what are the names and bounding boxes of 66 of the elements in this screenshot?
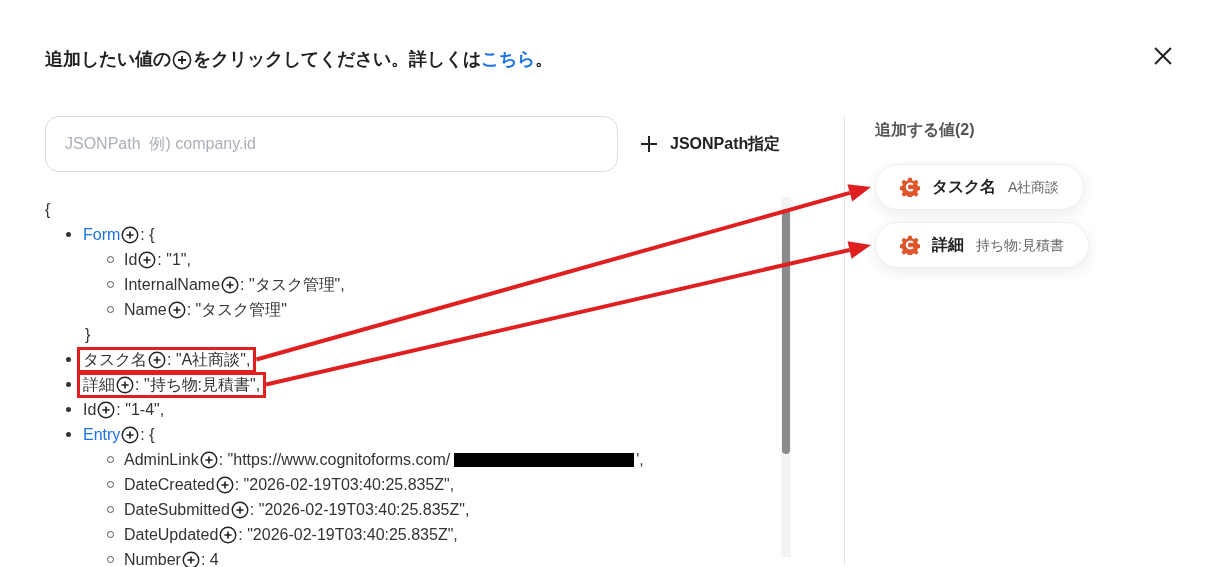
field-key: Id bbox=[83, 397, 97, 422]
add-icon[interactable] bbox=[148, 350, 166, 369]
instruction-text: 。 bbox=[535, 48, 553, 71]
list-bullet bbox=[66, 432, 71, 437]
chip-value: A社商談 bbox=[1008, 177, 1060, 197]
field-key: 詳細 bbox=[83, 372, 115, 397]
field-key: DateSubmitted bbox=[124, 497, 230, 522]
gear-icon bbox=[900, 177, 920, 197]
add-path-button[interactable]: JSONPath指定 bbox=[640, 132, 781, 156]
plus-icon bbox=[640, 135, 658, 153]
list-bullet bbox=[66, 232, 71, 237]
field-value: : "https://www.cognitoforms.com/ bbox=[218, 449, 451, 470]
add-icon[interactable] bbox=[181, 550, 200, 567]
field-value: : "持ち物:見積書", bbox=[135, 374, 261, 395]
chip-label: 詳細 bbox=[932, 235, 964, 255]
object-key: Entry bbox=[83, 422, 121, 447]
object-key: Form bbox=[83, 222, 121, 247]
field-key: InternalName bbox=[124, 272, 221, 297]
instruction-text: をクリックしてください。詳しくは bbox=[193, 48, 481, 71]
field-value: : "タスク管理" bbox=[186, 299, 287, 320]
value-chip[interactable]: 詳細 持ち物:見積書 bbox=[875, 222, 1089, 268]
field-value: : "1", bbox=[157, 249, 191, 270]
field-key: Id bbox=[124, 247, 138, 272]
help-link[interactable]: こちら bbox=[481, 46, 535, 73]
field-value: ', bbox=[636, 449, 644, 470]
open-brace: { bbox=[45, 199, 51, 220]
instruction-text: 追加したい値の bbox=[45, 48, 171, 71]
field-value: : { bbox=[140, 424, 155, 445]
search-field[interactable]: JSONPath 例) company.id bbox=[45, 116, 618, 172]
add-icon[interactable] bbox=[199, 450, 218, 469]
field-key: DateUpdated bbox=[124, 522, 219, 547]
list-bullet bbox=[66, 357, 71, 362]
field-value: : "タスク管理", bbox=[240, 274, 345, 295]
field-value: : 4 bbox=[200, 549, 219, 567]
field-key: Name bbox=[124, 297, 167, 322]
add-icon[interactable] bbox=[121, 425, 140, 444]
field-value: : "2026-02-19T03:40:25.835Z", bbox=[238, 524, 458, 545]
value-chip[interactable]: タスク名 A社商談 bbox=[875, 164, 1085, 210]
field-value: : { bbox=[140, 224, 155, 245]
field-key: AdminLink bbox=[124, 447, 199, 472]
add-icon[interactable] bbox=[215, 475, 234, 494]
add-icon[interactable] bbox=[121, 225, 140, 244]
add-icon[interactable] bbox=[219, 525, 238, 544]
closing-brace: } bbox=[85, 324, 91, 345]
add-icon[interactable] bbox=[221, 275, 240, 294]
add-icon[interactable] bbox=[172, 49, 192, 70]
scrollbar-thumb[interactable] bbox=[782, 209, 790, 454]
add-icon[interactable] bbox=[97, 400, 116, 419]
chip-label: タスク名 bbox=[932, 177, 996, 197]
chip-value: 持ち物:見積書 bbox=[976, 235, 1064, 255]
gear-icon bbox=[900, 235, 920, 255]
add-icon[interactable] bbox=[138, 250, 157, 269]
add-icon[interactable] bbox=[116, 375, 134, 394]
close-icon bbox=[1153, 46, 1173, 66]
field-key: DateCreated bbox=[124, 472, 215, 497]
field-value: : "2026-02-19T03:40:25.835Z", bbox=[234, 474, 455, 495]
field-value: : "A社商談", bbox=[167, 349, 251, 370]
panel-title: 追加する値(2) bbox=[875, 120, 976, 140]
add-icon[interactable] bbox=[167, 300, 186, 319]
list-bullet bbox=[66, 382, 71, 387]
field-key: Number bbox=[124, 547, 181, 567]
list-bullet bbox=[66, 407, 71, 412]
field-value: : "1-4", bbox=[116, 399, 165, 420]
field-key: タスク名 bbox=[83, 347, 147, 372]
add-icon[interactable] bbox=[230, 500, 249, 519]
field-value: : "2026-02-19T03:40:25.835Z", bbox=[249, 499, 470, 520]
